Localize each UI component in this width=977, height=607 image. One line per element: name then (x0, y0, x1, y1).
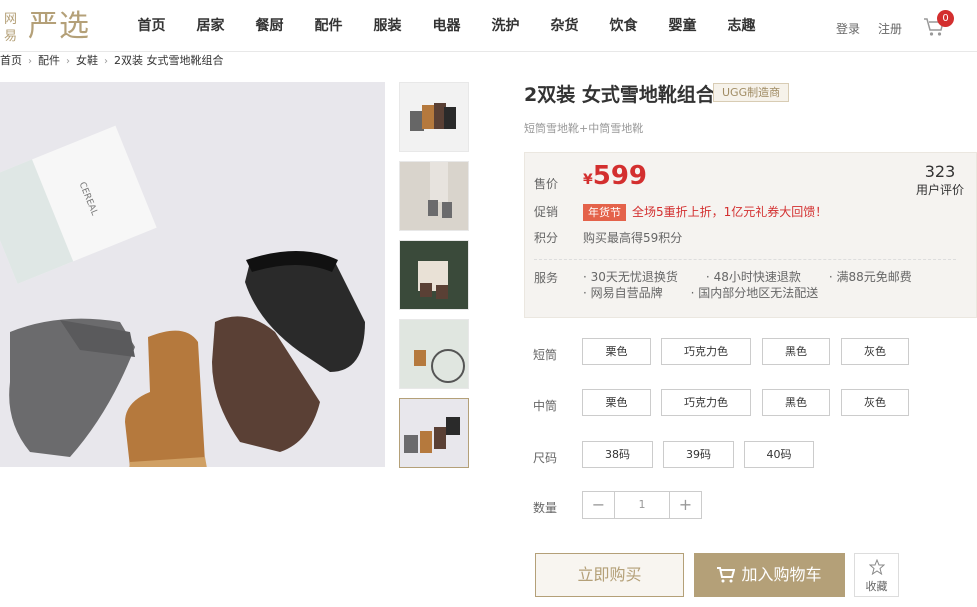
nav-item-appliances[interactable]: 电器 (417, 0, 476, 52)
brand-tag[interactable]: UGG制造商 (713, 83, 790, 102)
mid-color-chestnut[interactable]: 栗色 (582, 389, 651, 416)
buy-now-button[interactable]: 立即购买 (535, 553, 684, 597)
logo-small-text: 网易 (4, 12, 18, 44)
mid-color-black[interactable]: 黑色 (762, 389, 830, 416)
main-nav: 首页 居家 餐厨 配件 服装 电器 洗护 杂货 饮食 婴童 志趣 (122, 0, 771, 52)
quantity-label: 数量 (533, 501, 558, 515)
points-label: 积分 (534, 231, 559, 245)
quantity-input[interactable]: 1 (615, 492, 669, 518)
service-item: · 30天无忧退换货 (583, 270, 678, 284)
product-main-image[interactable]: CEREAL (0, 82, 385, 467)
short-tube-label: 短筒 (533, 348, 558, 362)
service-row: 服务 (534, 269, 583, 286)
product-subtitle: 短筒雪地靴+中筒雪地靴 (524, 122, 644, 135)
product-info: 2双装 女式雪地靴组合 UGG制造商 短筒雪地靴+中筒雪地靴 售价 ¥599 3… (524, 76, 977, 597)
service-label: 服务 (534, 271, 559, 285)
add-to-cart-label: 加入购物车 (741, 565, 822, 584)
mid-tube-label: 中筒 (533, 399, 558, 413)
price-row: 售价 (534, 175, 583, 192)
thumbnail-3[interactable] (399, 240, 469, 310)
review-summary[interactable]: 323 用户评价 (916, 163, 964, 198)
nav-item-home-living[interactable]: 居家 (181, 0, 240, 52)
price-box: 售价 ¥599 323 用户评价 促销 年货节 全场5重折上折，1亿元礼券大回馈！ … (524, 152, 977, 318)
nav-item-hobbies[interactable]: 志趣 (712, 0, 771, 52)
nav-item-baby[interactable]: 婴童 (653, 0, 712, 52)
service-item: · 网易自营品牌 (583, 286, 663, 300)
price-value: 599 (592, 161, 648, 191)
short-color-black[interactable]: 黑色 (762, 338, 830, 365)
chevron-right-icon: › (104, 56, 108, 67)
thumbnail-2[interactable] (399, 161, 469, 231)
points-row: 积分 购买最高得59积分 (534, 229, 682, 246)
add-to-cart-button[interactable]: 加入购物车 (694, 553, 845, 597)
title-row: 2双装 女式雪地靴组合 UGG制造商 (524, 76, 977, 108)
short-color-chocolate[interactable]: 巧克力色 (661, 338, 751, 365)
breadcrumb: 首页 › 配件 › 女鞋 › 2双装 女式雪地靴组合 (0, 52, 224, 68)
size-label: 尺码 (533, 451, 558, 465)
size-40[interactable]: 40码 (744, 441, 814, 468)
review-label: 用户评价 (915, 183, 964, 197)
mid-color-grey[interactable]: 灰色 (841, 389, 909, 416)
short-color-chestnut[interactable]: 栗色 (582, 338, 651, 365)
promo-row: 促销 年货节 全场5重折上折，1亿元礼券大回馈！ (534, 203, 827, 221)
price-box-divider (534, 259, 956, 260)
nav-item-personal-care[interactable]: 洗护 (476, 0, 535, 52)
promo-label: 促销 (534, 205, 559, 219)
chevron-right-icon: › (28, 56, 32, 67)
price: ¥599 (583, 161, 647, 191)
service-item: · 国内部分地区无法配送 (690, 286, 819, 300)
thumbnail-5-selected[interactable] (399, 398, 469, 468)
chevron-right-icon: › (66, 56, 70, 67)
quantity-increase-button[interactable]: + (669, 492, 701, 518)
login-link[interactable]: 登录 (836, 20, 860, 37)
thumbnail-list (399, 82, 469, 477)
product-title: 2双装 女式雪地靴组合 (524, 84, 715, 106)
nav-item-clothing[interactable]: 服装 (358, 0, 417, 52)
currency-symbol: ¥ (583, 172, 593, 188)
nav-item-groceries[interactable]: 杂货 (535, 0, 594, 52)
quantity-stepper: − 1 + (582, 491, 702, 519)
breadcrumb-womens-shoes[interactable]: 女鞋 (76, 52, 98, 68)
register-link[interactable]: 注册 (878, 20, 902, 37)
cart-icon (717, 567, 736, 583)
star-icon (868, 558, 885, 576)
favorite-button[interactable]: 收藏 (854, 553, 899, 597)
service-item: · 48小时快速退款 (705, 270, 801, 284)
netease-yanxuan-logo[interactable]: 网易 严选 (2, 8, 102, 46)
breadcrumb-current: 2双装 女式雪地靴组合 (114, 54, 224, 67)
top-header: 网易 严选 首页 居家 餐厨 配件 服装 电器 洗护 杂货 饮食 婴童 志趣 登… (0, 0, 977, 52)
price-label: 售价 (534, 177, 559, 191)
size-38[interactable]: 38码 (582, 441, 653, 468)
service-item: · 满88元免邮费 (828, 270, 912, 284)
breadcrumb-home[interactable]: 首页 (0, 52, 22, 68)
nav-item-accessories[interactable]: 配件 (299, 0, 358, 52)
review-count: 323 (924, 162, 956, 181)
short-color-grey[interactable]: 灰色 (841, 338, 909, 365)
mid-color-chocolate[interactable]: 巧克力色 (661, 389, 751, 416)
promo-text[interactable]: 全场5重折上折，1亿元礼券大回馈！ (632, 205, 827, 219)
thumbnail-1[interactable] (399, 82, 469, 152)
service-list: · 30天无忧退换货 · 48小时快速退款 · 满88元免邮费 · 网易自营品牌 · 国… (583, 269, 963, 301)
cart-count-badge: 0 (937, 10, 954, 27)
points-text: 购买最高得59积分 (583, 231, 683, 245)
thumbnail-4[interactable] (399, 319, 469, 389)
size-39[interactable]: 39码 (663, 441, 734, 468)
nav-item-food[interactable]: 饮食 (594, 0, 653, 52)
favorite-label: 收藏 (865, 580, 888, 593)
quantity-decrease-button[interactable]: − (583, 492, 615, 518)
nav-item-kitchen[interactable]: 餐厨 (240, 0, 299, 52)
nav-item-home[interactable]: 首页 (122, 0, 181, 52)
promo-tag: 年货节 (583, 204, 626, 221)
logo-big-text: 严选 (28, 9, 90, 44)
breadcrumb-accessories[interactable]: 配件 (38, 52, 60, 68)
